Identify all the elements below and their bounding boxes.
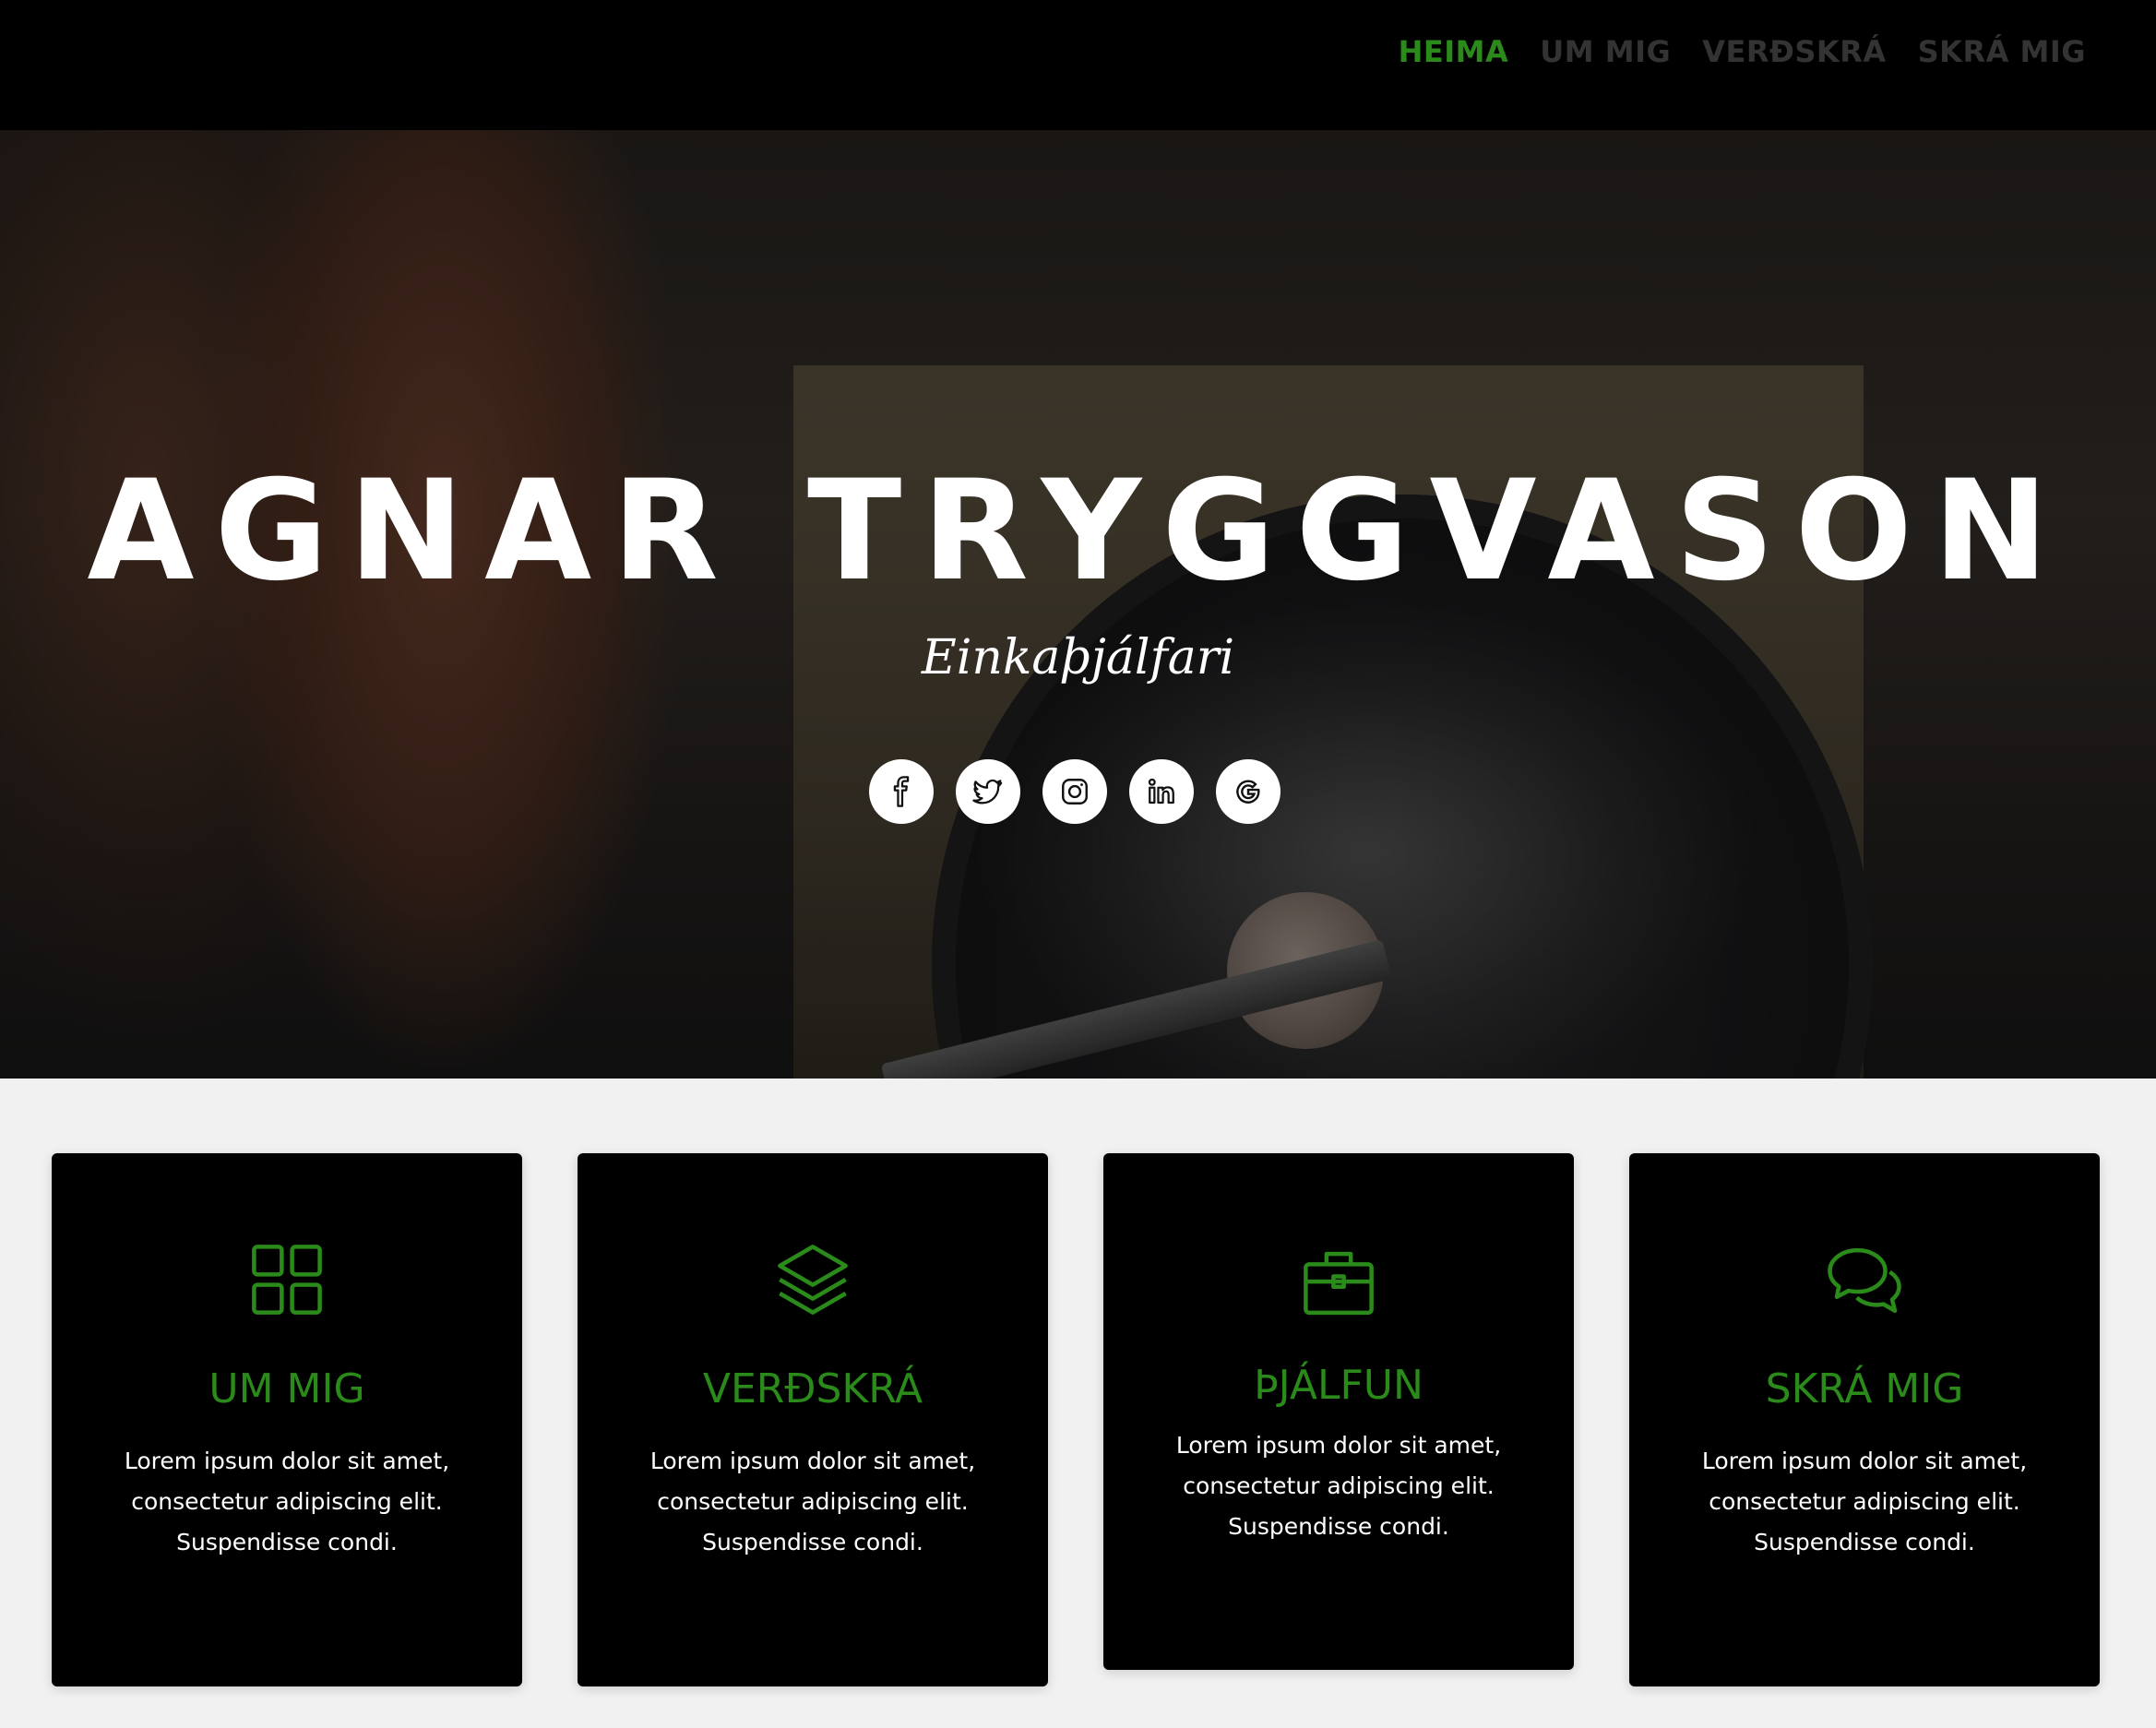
- nav-item-verdskra[interactable]: VERÐSKRÁ: [1702, 33, 1886, 70]
- briefcase-icon: [1304, 1251, 1374, 1316]
- hero-title: AGNAR TRYGGVASON: [87, 451, 2069, 612]
- hero-section: AGNAR TRYGGVASON Einkaþjálfari: [0, 130, 2156, 1079]
- social-links: [869, 759, 1280, 824]
- layers-icon: [778, 1245, 848, 1315]
- card-title: UM MIG: [208, 1365, 365, 1412]
- facebook-button[interactable]: [869, 759, 934, 824]
- grid-icon: [252, 1245, 322, 1315]
- card-title: ÞJÁLFUN: [1254, 1362, 1423, 1409]
- top-navigation: HEIMA UM MIG VERÐSKRÁ SKRÁ MIG: [0, 0, 2156, 130]
- chat-bubbles-icon: [1828, 1247, 1901, 1313]
- instagram-icon: [1062, 779, 1088, 804]
- feature-cards: UM MIG Lorem ipsum dolor sit amet, conse…: [52, 1153, 2100, 1688]
- card-text: Lorem ipsum dolor sit amet, consectetur …: [1701, 1448, 2028, 1555]
- google-button[interactable]: [1216, 759, 1280, 824]
- hero-subtitle: Einkaþjálfari: [921, 630, 1235, 685]
- card-verdskra[interactable]: VERÐSKRÁ Lorem ipsum dolor sit amet, con…: [578, 1153, 1048, 1686]
- nav-item-um-mig[interactable]: UM MIG: [1540, 33, 1671, 70]
- card-thjalfun[interactable]: ÞJÁLFUN Lorem ipsum dolor sit amet, cons…: [1103, 1153, 1574, 1670]
- instagram-button[interactable]: [1042, 759, 1107, 824]
- card-skra-mig[interactable]: SKRÁ MIG Lorem ipsum dolor sit amet, con…: [1629, 1153, 2100, 1686]
- linkedin-button[interactable]: [1129, 759, 1194, 824]
- facebook-icon: [893, 776, 910, 807]
- card-title: VERÐSKRÁ: [702, 1365, 923, 1412]
- card-text: Lorem ipsum dolor sit amet, consectetur …: [124, 1448, 450, 1555]
- nav-menu: HEIMA UM MIG VERÐSKRÁ SKRÁ MIG: [1399, 33, 2086, 70]
- google-icon: [1236, 780, 1260, 804]
- card-title: SKRÁ MIG: [1765, 1365, 1964, 1412]
- twitter-button[interactable]: [956, 759, 1020, 824]
- card-text: Lorem ipsum dolor sit amet, consectetur …: [1175, 1432, 1502, 1540]
- card-um-mig[interactable]: UM MIG Lorem ipsum dolor sit amet, conse…: [52, 1153, 522, 1686]
- nav-item-skra-mig[interactable]: SKRÁ MIG: [1918, 33, 2086, 70]
- twitter-icon: [972, 779, 1003, 804]
- card-text: Lorem ipsum dolor sit amet, consectetur …: [649, 1448, 976, 1555]
- nav-item-heima[interactable]: HEIMA: [1399, 33, 1509, 70]
- linkedin-icon: [1148, 778, 1174, 804]
